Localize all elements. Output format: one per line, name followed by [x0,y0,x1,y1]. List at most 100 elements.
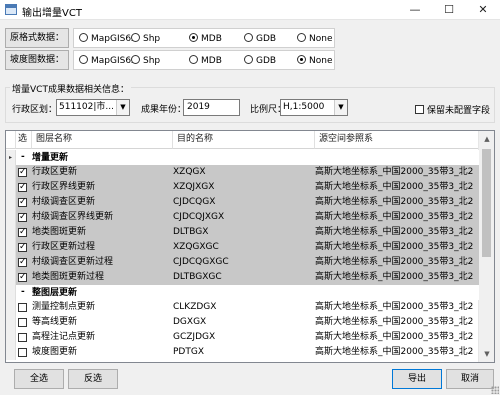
row-checkbox[interactable] [18,227,27,237]
target-name-cell: XZQGX [173,167,206,177]
table-row[interactable]: 行政区更新 XZQGX 高斯大地坐标系_中国2000_35带3_北2 [6,165,479,180]
minus-icon[interactable]: - [21,285,25,299]
row-header[interactable] [6,330,16,345]
table-row[interactable]: 坡度图更新 PDTGX 高斯大地坐标系_中国2000_35带3_北2 [6,345,479,360]
column-header-target-name[interactable]: 目的名称 [173,131,315,149]
row-checkbox[interactable] [18,257,27,267]
target-name-cell: GCZJDGX [173,332,216,342]
target-name-cell: PDTGX [173,347,204,357]
row-header[interactable] [6,300,16,315]
radio-mdb[interactable]: MDB [189,55,222,67]
radio-mdb[interactable]: MDB [189,33,222,45]
column-header-source-crs[interactable]: 源空间参照系 [315,131,479,149]
row-header[interactable] [6,270,16,285]
export-button[interactable]: 导出 [392,369,442,389]
maximize-button[interactable]: ☐ [432,0,466,20]
select-all-button[interactable]: 全选 [14,369,64,389]
row-header[interactable] [6,255,16,270]
row-header[interactable] [6,315,16,330]
checkbox-icon[interactable] [415,105,424,114]
scroll-thumb[interactable] [482,149,491,257]
slope-data-button[interactable]: 坡度图数据： [5,50,69,70]
radio-none[interactable]: None [297,33,332,45]
table-row[interactable]: 地类图斑更新 DLTBGX 高斯大地坐标系_中国2000_35带3_北2 [6,225,479,240]
radio-label: MDB [201,56,222,66]
row-header[interactable] [6,345,16,360]
table-row[interactable]: 等高线更新 DGXGX 高斯大地坐标系_中国2000_35带3_北2 [6,315,479,330]
radio-gdb[interactable]: GDB [244,33,276,45]
radio-button-icon[interactable] [131,55,140,64]
radio-shp[interactable]: Shp [131,33,160,45]
radio-button-icon[interactable] [189,55,198,64]
scale-combo[interactable]: H,1:5000 ▼ [280,99,348,116]
radio-button-icon[interactable] [79,33,88,42]
target-name-cell: DLTBGX [173,227,209,237]
slope-data-options: MapGIS6x Shp MDB GDB None [73,50,335,70]
column-header-select[interactable]: 选 [16,131,32,149]
group-row[interactable]: ▸ - 增量更新 [6,150,479,165]
row-checkbox[interactable] [18,182,27,192]
layer-grid[interactable]: 选 图层名称 目的名称 源空间参照系 ▲ ▼ ▸-增量更新行政区更新XZQGX高… [5,130,495,363]
current-row-icon[interactable]: ▸ [6,150,16,165]
row-header[interactable] [6,225,16,240]
row-checkbox[interactable] [18,197,27,207]
cancel-button[interactable]: 取消 [446,369,494,389]
scroll-up-icon[interactable]: ▲ [479,131,494,147]
radio-button-icon[interactable] [79,55,88,64]
vertical-scrollbar[interactable]: ▲ ▼ [478,131,494,362]
row-checkbox[interactable] [18,348,27,357]
radio-button-icon[interactable] [189,33,198,42]
table-row[interactable]: 村级调查区更新 CJDCQGX 高斯大地坐标系_中国2000_35带3_北2 [6,195,479,210]
radio-button-icon[interactable] [297,33,306,42]
row-header[interactable] [6,180,16,195]
radio-button-icon[interactable] [244,33,253,42]
minimize-button[interactable]: — [398,0,432,20]
radio-button-icon[interactable] [244,55,253,64]
chevron-down-icon[interactable]: ▼ [116,100,129,115]
table-row[interactable]: 高程注记点更新 GCZJDGX 高斯大地坐标系_中国2000_35带3_北2 [6,330,479,345]
radio-label: Shp [143,56,161,66]
row-header-corner [6,131,16,149]
chevron-down-icon[interactable]: ▼ [334,100,347,115]
row-checkbox[interactable] [18,242,27,252]
close-button[interactable]: ✕ [466,0,500,20]
keep-fields-checkbox[interactable]: 保留未配置字段 [415,103,490,116]
radio-mapgis6x[interactable]: MapGIS6x [79,33,136,45]
row-checkbox[interactable] [18,272,27,282]
target-name-cell: CJDCQGXGC [173,257,229,267]
radio-button-icon[interactable] [131,33,140,42]
row-checkbox[interactable] [18,212,27,222]
source-format-button[interactable]: 原格式数据： [5,28,69,48]
region-combo[interactable]: 511102|市... ▼ [56,99,130,116]
row-checkbox[interactable] [18,333,27,342]
radio-label: None [309,34,333,44]
resize-grip-icon[interactable] [491,386,499,394]
table-row[interactable]: 测量控制点更新 CLKZDGX 高斯大地坐标系_中国2000_35带3_北2 [6,300,479,315]
table-row[interactable]: 村级调查区更新过程 CJDCQGXGC 高斯大地坐标系_中国2000_35带3_北2 [6,255,479,270]
radio-mapgis6x[interactable]: MapGIS6x [79,55,136,67]
scroll-down-icon[interactable]: ▼ [479,346,494,362]
row-header[interactable] [6,285,16,300]
invert-selection-button[interactable]: 反选 [68,369,118,389]
radio-none[interactable]: None [297,55,332,67]
table-row[interactable]: 村级调查区界线更新 CJDCQJXGX 高斯大地坐标系_中国2000_35带3_北2 [6,210,479,225]
minus-icon[interactable]: - [21,150,25,164]
row-header[interactable] [6,195,16,210]
group-row[interactable]: - 整图层更新 [6,285,479,300]
row-header[interactable] [6,210,16,225]
table-row[interactable]: 行政区更新过程 XZQGXGC 高斯大地坐标系_中国2000_35带3_北2 [6,240,479,255]
column-header-layer-name[interactable]: 图层名称 [32,131,173,149]
table-row[interactable]: 地类图斑更新过程 DLTBGXGC 高斯大地坐标系_中国2000_35带3_北2 [6,270,479,285]
year-input[interactable]: 2019 [183,99,240,116]
row-header[interactable] [6,240,16,255]
radio-gdb[interactable]: GDB [244,55,276,67]
row-checkbox[interactable] [18,318,27,327]
row-checkbox[interactable] [18,303,27,312]
radio-button-icon[interactable] [297,55,306,64]
radio-shp[interactable]: Shp [131,55,160,67]
year-label: 成果年份： [141,105,187,115]
row-header[interactable] [6,165,16,180]
table-row[interactable]: 行政区界线更新 XZQJXGX 高斯大地坐标系_中国2000_35带3_北2 [6,180,479,195]
row-checkbox[interactable] [18,167,27,177]
source-crs-cell: 高斯大地坐标系_中国2000_35带3_北2 [315,167,474,177]
